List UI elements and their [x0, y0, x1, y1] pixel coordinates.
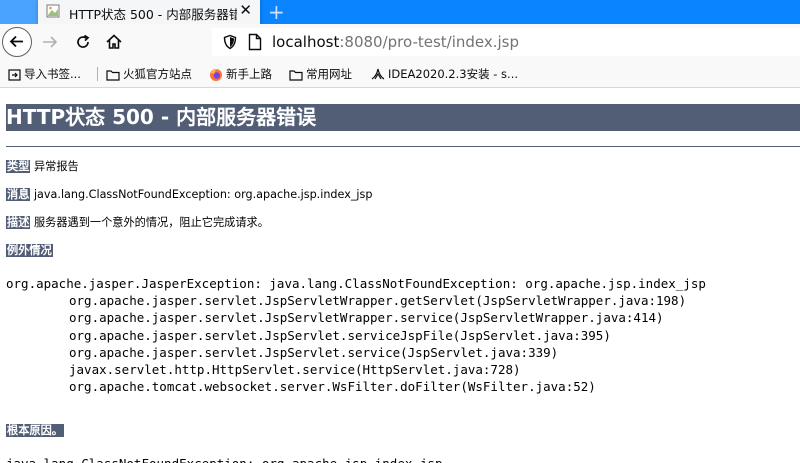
- description-row: 描述 服务器遇到一个意外的情况，阻止它完成请求。: [6, 216, 269, 230]
- folder-icon: [106, 69, 120, 81]
- forward-button[interactable]: [40, 32, 60, 52]
- exception-row: 例外情况: [6, 244, 53, 258]
- root-cause-row: 根本原因。: [6, 424, 64, 438]
- stack-trace-line: org.apache.jasper.servlet.JspServlet.ser…: [69, 327, 611, 343]
- description-value: 服务器遇到一个意外的情况，阻止它完成请求。: [33, 216, 269, 229]
- divider: [6, 146, 800, 147]
- address-bar[interactable]: localhost:8080/pro-test/index.jsp: [212, 28, 800, 56]
- bookmark-separator: [97, 67, 98, 81]
- stack-trace-line: org.apache.jasper.servlet.JspServletWrap…: [69, 310, 664, 326]
- home-button[interactable]: [104, 32, 124, 52]
- bookmark-getting-started[interactable]: 新手上路: [209, 65, 272, 83]
- bookmark-label: 常用网址: [306, 67, 352, 81]
- type-row: 类型 异常报告: [6, 160, 79, 174]
- page-info-icon[interactable]: [248, 33, 262, 51]
- tab-strip: HTTP状态 500 - 内部服务器错误 ✕ +: [0, 0, 800, 24]
- root-cause-trace: java.lang.ClassNotFoundException: org.ap…: [6, 455, 443, 463]
- broken-image-icon: [46, 4, 60, 18]
- message-label: 消息: [6, 188, 31, 201]
- url-host: localhost: [272, 33, 340, 51]
- description-label: 描述: [6, 216, 31, 229]
- root-cause-label: 根本原因。: [6, 424, 64, 437]
- page-content: HTTP状态 500 - 内部服务器错误 类型 异常报告 消息 java.lan…: [0, 88, 800, 463]
- url-text[interactable]: localhost:8080/pro-test/index.jsp: [272, 33, 519, 51]
- active-tab[interactable]: HTTP状态 500 - 内部服务器错误 ✕: [38, 0, 260, 24]
- tab-title: HTTP状态 500 - 内部服务器错误: [69, 7, 237, 22]
- stack-trace-line: org.apache.jasper.JasperException: java.…: [6, 276, 706, 291]
- bookmark-label: IDEA2020.2.3安装 - s...: [388, 67, 519, 81]
- bookmarks-toolbar: 导入书签... 火狐官方站点 新手上路 常用网址 IDEA2020.2.3安装 …: [0, 60, 800, 88]
- message-value: java.lang.ClassNotFoundException: org.ap…: [33, 188, 373, 201]
- forward-arrow-icon: [43, 36, 58, 48]
- stack-trace-line: org.apache.jasper.servlet.JspServletWrap…: [69, 293, 687, 309]
- close-tab-icon[interactable]: ✕: [239, 1, 252, 19]
- home-icon: [106, 34, 122, 49]
- bookmark-firefox-site[interactable]: 火狐官方站点: [106, 65, 192, 83]
- exception-label: 例外情况: [6, 244, 53, 257]
- bookmark-common-sites[interactable]: 常用网址: [289, 65, 352, 83]
- folder-icon: [289, 69, 303, 81]
- stack-trace-line: java.lang.ClassNotFoundException: org.ap…: [6, 455, 443, 463]
- back-arrow-icon: [9, 35, 23, 48]
- bookmark-label: 火狐官方站点: [123, 67, 192, 81]
- message-row: 消息 java.lang.ClassNotFoundException: org…: [6, 188, 372, 202]
- tracking-shield-icon[interactable]: [222, 34, 238, 50]
- stack-trace-line: javax.servlet.http.HttpServlet.service(H…: [69, 362, 521, 378]
- import-icon: [8, 69, 21, 81]
- bookmark-label: 新手上路: [226, 67, 272, 81]
- new-tab-icon[interactable]: +: [268, 0, 285, 24]
- reload-button[interactable]: [73, 32, 93, 52]
- bookmark-label: 导入书签...: [24, 67, 81, 81]
- bookmark-site-icon: [371, 68, 385, 80]
- bookmark-idea-install[interactable]: IDEA2020.2.3安装 - s...: [371, 65, 518, 83]
- back-button[interactable]: [2, 27, 32, 57]
- reload-icon: [77, 34, 90, 48]
- type-value: 异常报告: [33, 160, 79, 173]
- url-path: :8080/pro-test/index.jsp: [339, 33, 520, 51]
- type-label: 类型: [6, 160, 31, 173]
- navigation-toolbar: localhost:8080/pro-test/index.jsp: [0, 24, 800, 60]
- stack-trace: org.apache.jasper.JasperException: java.…: [6, 275, 706, 395]
- stack-trace-line: org.apache.tomcat.websocket.server.WsFil…: [69, 379, 596, 395]
- page-title: HTTP状态 500 - 内部服务器错误: [6, 105, 317, 129]
- firefox-icon: [210, 68, 222, 81]
- bookmark-import[interactable]: 导入书签...: [8, 65, 81, 83]
- pinned-tab[interactable]: [0, 0, 38, 24]
- stack-trace-line: org.apache.jasper.servlet.JspServlet.ser…: [69, 344, 559, 360]
